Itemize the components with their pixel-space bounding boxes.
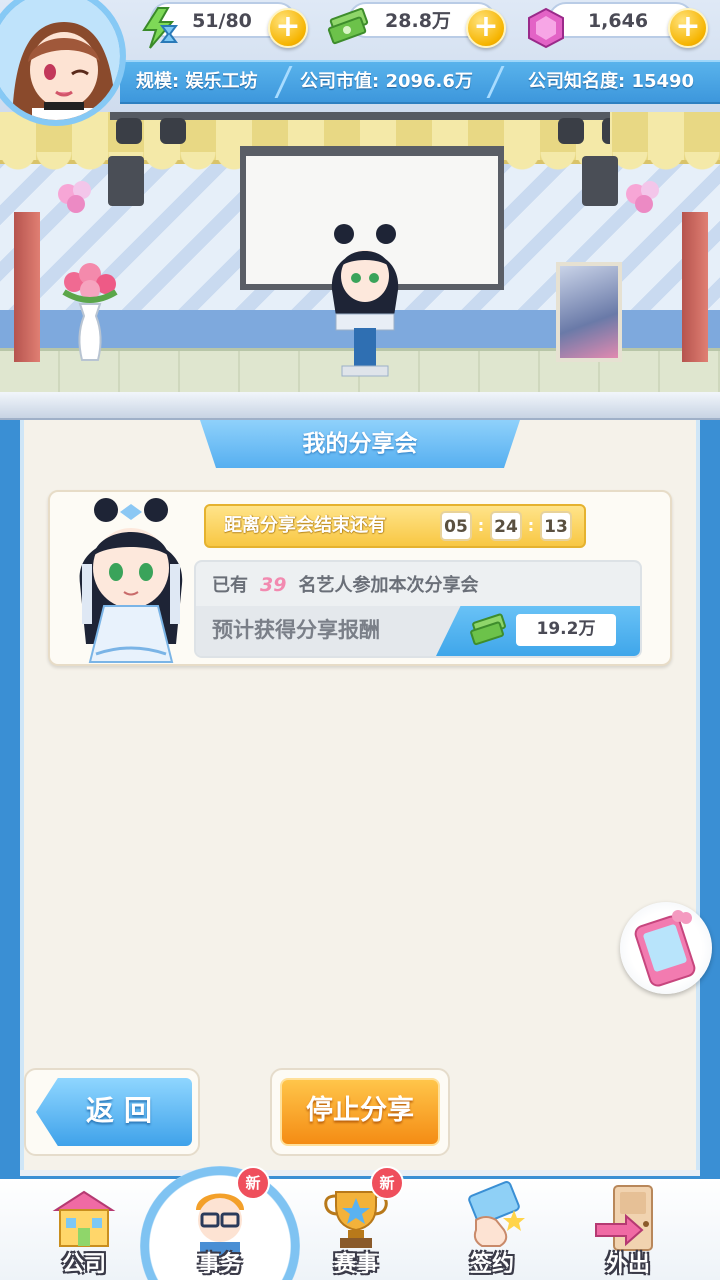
idol-character-icon bbox=[79, 498, 183, 663]
money-value: 28.8万 bbox=[385, 10, 451, 32]
nav-label-events: 赛事 bbox=[333, 1252, 378, 1277]
lightning-hourglass-icon bbox=[142, 7, 178, 49]
countdown-banner: 距离分享会结束还有 05 : 24 : 13 bbox=[204, 504, 586, 548]
time-colon: : bbox=[527, 516, 535, 535]
nav-label-affairs: 事务 bbox=[197, 1252, 242, 1277]
energy-add-button[interactable]: + bbox=[268, 8, 308, 48]
reward-row: 预计获得分享报酬 19.2万 bbox=[196, 606, 640, 656]
stop-sharing-button[interactable]: 停止分享 bbox=[270, 1068, 450, 1156]
cash-stack-icon bbox=[327, 7, 369, 45]
nav-item-outing[interactable]: 外出 bbox=[568, 1176, 688, 1280]
balloons-left-icon bbox=[58, 181, 91, 213]
countdown-seconds: 13 bbox=[540, 511, 572, 541]
session-info-box: 已有 39 名艺人参加本次分享会 预计获得分享报酬 19.2万 bbox=[194, 560, 642, 658]
stage-edge bbox=[0, 392, 720, 420]
stop-button-label: 停止分享 bbox=[306, 1095, 414, 1126]
panel-title: 我的分享会 bbox=[302, 431, 418, 457]
back-button-label: 返回 bbox=[85, 1094, 162, 1127]
stage-door-left bbox=[14, 212, 40, 362]
company-info-strip: 规模: 娱乐工坊 公司市值: 2096.6万 公司知名度: 15490 bbox=[120, 60, 720, 104]
contract-hand-icon bbox=[468, 1181, 525, 1247]
new-badge-affairs: 新 bbox=[236, 1166, 270, 1200]
countdown-minutes: 24 bbox=[490, 511, 522, 541]
new-badge-events: 新 bbox=[370, 1166, 404, 1200]
phone-button[interactable] bbox=[620, 902, 712, 994]
info-divider bbox=[486, 66, 512, 98]
nav-label-contract: 签约 bbox=[469, 1252, 514, 1277]
attendance-suffix: 名艺人参加本次分享会 bbox=[298, 575, 479, 596]
reward-value: 19.2万 bbox=[516, 614, 616, 646]
countdown-hours: 05 bbox=[440, 511, 472, 541]
energy-value: 51/80 bbox=[192, 10, 252, 32]
company-building-icon bbox=[52, 1190, 116, 1247]
stage-scene bbox=[0, 112, 720, 402]
concert-poster bbox=[556, 262, 622, 362]
reward-label: 预计获得分享报酬 bbox=[212, 618, 380, 642]
company-fame: 公司知名度: 15490 bbox=[528, 71, 695, 92]
door-exit-icon bbox=[595, 1185, 653, 1251]
company-scale: 规模: 娱乐工坊 bbox=[136, 71, 258, 92]
presenter-character-icon bbox=[331, 224, 399, 377]
stage-door-right bbox=[682, 212, 708, 362]
money-add-button[interactable]: + bbox=[466, 8, 506, 48]
balloons-right-icon bbox=[626, 181, 659, 213]
gem-value: 1,646 bbox=[587, 10, 649, 32]
nav-item-contract[interactable]: 签约 bbox=[432, 1176, 552, 1280]
gem-add-button[interactable]: + bbox=[668, 8, 708, 48]
nav-label-outing: 外出 bbox=[605, 1252, 650, 1277]
pink-gem-icon bbox=[528, 7, 564, 49]
speaker-left-icon bbox=[108, 156, 144, 206]
attendance-row: 已有 39 名艺人参加本次分享会 bbox=[212, 570, 478, 600]
countdown-label: 距离分享会结束还有 bbox=[224, 515, 386, 536]
time-colon: : bbox=[477, 516, 485, 535]
info-divider bbox=[274, 66, 300, 98]
attendance-count: 39 bbox=[260, 574, 287, 596]
nav-label-company: 公司 bbox=[61, 1252, 106, 1277]
cash-stack-icon bbox=[470, 613, 506, 646]
attendance-prefix: 已有 bbox=[212, 575, 248, 596]
pink-phone-icon bbox=[634, 910, 696, 987]
session-card: 距离分享会结束还有 05 : 24 : 13 已有 39 名艺人参加本次分享会 预计… bbox=[48, 490, 672, 666]
flower-vase-icon bbox=[62, 263, 118, 361]
speaker-right-icon bbox=[582, 156, 618, 206]
back-button[interactable]: 返回 bbox=[24, 1068, 200, 1156]
company-market-value: 公司市值: 2096.6万 bbox=[300, 71, 473, 92]
nav-item-company[interactable]: 公司 bbox=[24, 1176, 144, 1280]
